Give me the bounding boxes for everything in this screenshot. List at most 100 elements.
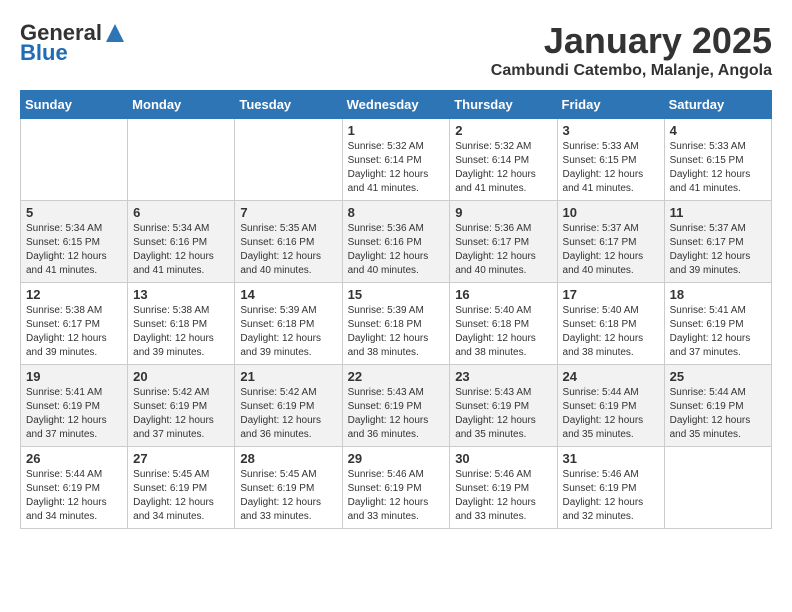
day-number: 27	[133, 451, 229, 466]
day-info: Sunrise: 5:46 AM Sunset: 6:19 PM Dayligh…	[455, 468, 551, 524]
day-info: Sunrise: 5:40 AM Sunset: 6:18 PM Dayligh…	[563, 304, 659, 360]
day-number: 28	[240, 451, 336, 466]
day-info: Sunrise: 5:35 AM Sunset: 6:16 PM Dayligh…	[240, 222, 336, 278]
calendar-cell: 8 Sunrise: 5:36 AM Sunset: 6:16 PM Daylig…	[342, 201, 450, 283]
day-info: Sunrise: 5:46 AM Sunset: 6:19 PM Dayligh…	[348, 468, 445, 524]
calendar-cell	[21, 119, 128, 201]
calendar-cell: 24Sunrise: 5:44 AM Sunset: 6:19 PM Dayli…	[557, 365, 664, 447]
day-number: 5	[26, 205, 122, 220]
header: General Blue January 2025 Cambundi Catem…	[20, 20, 772, 80]
day-info: Sunrise: 5:46 AM Sunset: 6:19 PM Dayligh…	[563, 468, 659, 524]
day-info: Sunrise: 5:36 AM Sunset: 6:17 PM Dayligh…	[455, 222, 551, 278]
calendar-cell: 30 Sunrise: 5:46 AM Sunset: 6:19 PM Dayli…	[450, 447, 557, 529]
day-info: Sunrise: 5:44 AM Sunset: 6:19 PM Dayligh…	[26, 468, 122, 524]
calendar-header-day: Thursday	[450, 91, 557, 119]
day-number: 21	[240, 369, 336, 384]
calendar-week-row: 19 Sunrise: 5:41 AM Sunset: 6:19 PM Dayli…	[21, 365, 772, 447]
day-info: Sunrise: 5:44 AM Sunset: 6:19 PM Dayligh…	[563, 386, 659, 442]
calendar-cell: 2 Sunrise: 5:32 AM Sunset: 6:14 PM Daylig…	[450, 119, 557, 201]
day-info: Sunrise: 5:33 AM Sunset: 6:15 PM Dayligh…	[670, 140, 766, 196]
calendar-cell: 12Sunrise: 5:38 AM Sunset: 6:17 PM Dayli…	[21, 283, 128, 365]
day-number: 14	[240, 287, 336, 302]
calendar-cell: 21 Sunrise: 5:42 AM Sunset: 6:19 PM Dayli…	[235, 365, 342, 447]
calendar-cell: 13 Sunrise: 5:38 AM Sunset: 6:18 PM Dayli…	[128, 283, 235, 365]
day-info: Sunrise: 5:42 AM Sunset: 6:19 PM Dayligh…	[133, 386, 229, 442]
logo-bird-icon	[106, 24, 124, 42]
calendar-cell: 10Sunrise: 5:37 AM Sunset: 6:17 PM Dayli…	[557, 201, 664, 283]
day-info: Sunrise: 5:40 AM Sunset: 6:18 PM Dayligh…	[455, 304, 551, 360]
day-number: 13	[133, 287, 229, 302]
day-number: 7	[240, 205, 336, 220]
day-number: 9	[455, 205, 551, 220]
logo: General Blue	[20, 20, 124, 66]
calendar-cell: 15Sunrise: 5:39 AM Sunset: 6:18 PM Dayli…	[342, 283, 450, 365]
day-number: 25	[670, 369, 766, 384]
day-info: Sunrise: 5:39 AM Sunset: 6:18 PM Dayligh…	[240, 304, 336, 360]
calendar-cell: 18Sunrise: 5:41 AM Sunset: 6:19 PM Dayli…	[664, 283, 771, 365]
day-info: Sunrise: 5:32 AM Sunset: 6:14 PM Dayligh…	[455, 140, 551, 196]
calendar-cell: 28 Sunrise: 5:45 AM Sunset: 6:19 PM Dayli…	[235, 447, 342, 529]
calendar-body: 1 Sunrise: 5:32 AM Sunset: 6:14 PM Daylig…	[21, 119, 772, 529]
day-number: 20	[133, 369, 229, 384]
day-number: 4	[670, 123, 766, 138]
calendar-week-row: 1 Sunrise: 5:32 AM Sunset: 6:14 PM Daylig…	[21, 119, 772, 201]
location-title: Cambundi Catembo, Malanje, Angola	[491, 62, 772, 80]
month-title: January 2025	[491, 20, 772, 62]
calendar-cell: 1 Sunrise: 5:32 AM Sunset: 6:14 PM Daylig…	[342, 119, 450, 201]
day-info: Sunrise: 5:37 AM Sunset: 6:17 PM Dayligh…	[563, 222, 659, 278]
title-area: January 2025 Cambundi Catembo, Malanje, …	[491, 20, 772, 80]
calendar-header: SundayMondayTuesdayWednesdayThursdayFrid…	[21, 91, 772, 119]
day-info: Sunrise: 5:41 AM Sunset: 6:19 PM Dayligh…	[26, 386, 122, 442]
calendar-cell: 23Sunrise: 5:43 AM Sunset: 6:19 PM Dayli…	[450, 365, 557, 447]
calendar-cell: 22Sunrise: 5:43 AM Sunset: 6:19 PM Dayli…	[342, 365, 450, 447]
day-number: 17	[563, 287, 659, 302]
day-number: 3	[563, 123, 659, 138]
day-info: Sunrise: 5:44 AM Sunset: 6:19 PM Dayligh…	[670, 386, 766, 442]
calendar-header-day: Sunday	[21, 91, 128, 119]
day-info: Sunrise: 5:37 AM Sunset: 6:17 PM Dayligh…	[670, 222, 766, 278]
calendar-week-row: 26 Sunrise: 5:44 AM Sunset: 6:19 PM Dayli…	[21, 447, 772, 529]
calendar-cell: 7 Sunrise: 5:35 AM Sunset: 6:16 PM Daylig…	[235, 201, 342, 283]
day-info: Sunrise: 5:32 AM Sunset: 6:14 PM Dayligh…	[348, 140, 445, 196]
day-number: 8	[348, 205, 445, 220]
day-info: Sunrise: 5:45 AM Sunset: 6:19 PM Dayligh…	[240, 468, 336, 524]
calendar-cell: 27 Sunrise: 5:45 AM Sunset: 6:19 PM Dayli…	[128, 447, 235, 529]
calendar-header-day: Tuesday	[235, 91, 342, 119]
day-number: 1	[348, 123, 445, 138]
day-info: Sunrise: 5:33 AM Sunset: 6:15 PM Dayligh…	[563, 140, 659, 196]
day-number: 19	[26, 369, 122, 384]
day-number: 30	[455, 451, 551, 466]
day-number: 23	[455, 369, 551, 384]
day-number: 18	[670, 287, 766, 302]
calendar-header-day: Saturday	[664, 91, 771, 119]
day-number: 11	[670, 205, 766, 220]
day-number: 6	[133, 205, 229, 220]
calendar-cell	[235, 119, 342, 201]
calendar-header-day: Wednesday	[342, 91, 450, 119]
calendar-cell: 11 Sunrise: 5:37 AM Sunset: 6:17 PM Dayli…	[664, 201, 771, 283]
calendar-cell: 9 Sunrise: 5:36 AM Sunset: 6:17 PM Daylig…	[450, 201, 557, 283]
day-number: 31	[563, 451, 659, 466]
day-number: 16	[455, 287, 551, 302]
day-info: Sunrise: 5:36 AM Sunset: 6:16 PM Dayligh…	[348, 222, 445, 278]
day-number: 26	[26, 451, 122, 466]
day-info: Sunrise: 5:42 AM Sunset: 6:19 PM Dayligh…	[240, 386, 336, 442]
day-number: 29	[348, 451, 445, 466]
calendar-week-row: 5Sunrise: 5:34 AM Sunset: 6:15 PM Daylig…	[21, 201, 772, 283]
calendar-cell: 26 Sunrise: 5:44 AM Sunset: 6:19 PM Dayli…	[21, 447, 128, 529]
calendar-cell: 3 Sunrise: 5:33 AM Sunset: 6:15 PM Daylig…	[557, 119, 664, 201]
logo-blue-text: Blue	[20, 40, 68, 66]
calendar-week-row: 12Sunrise: 5:38 AM Sunset: 6:17 PM Dayli…	[21, 283, 772, 365]
day-number: 2	[455, 123, 551, 138]
calendar-cell	[128, 119, 235, 201]
day-number: 15	[348, 287, 445, 302]
day-info: Sunrise: 5:38 AM Sunset: 6:17 PM Dayligh…	[26, 304, 122, 360]
calendar-table: SundayMondayTuesdayWednesdayThursdayFrid…	[20, 90, 772, 529]
calendar-cell: 14 Sunrise: 5:39 AM Sunset: 6:18 PM Dayli…	[235, 283, 342, 365]
day-info: Sunrise: 5:38 AM Sunset: 6:18 PM Dayligh…	[133, 304, 229, 360]
calendar-cell: 17 Sunrise: 5:40 AM Sunset: 6:18 PM Dayli…	[557, 283, 664, 365]
calendar-cell: 29 Sunrise: 5:46 AM Sunset: 6:19 PM Dayli…	[342, 447, 450, 529]
day-info: Sunrise: 5:45 AM Sunset: 6:19 PM Dayligh…	[133, 468, 229, 524]
calendar-cell: 4 Sunrise: 5:33 AM Sunset: 6:15 PM Daylig…	[664, 119, 771, 201]
day-info: Sunrise: 5:43 AM Sunset: 6:19 PM Dayligh…	[348, 386, 445, 442]
